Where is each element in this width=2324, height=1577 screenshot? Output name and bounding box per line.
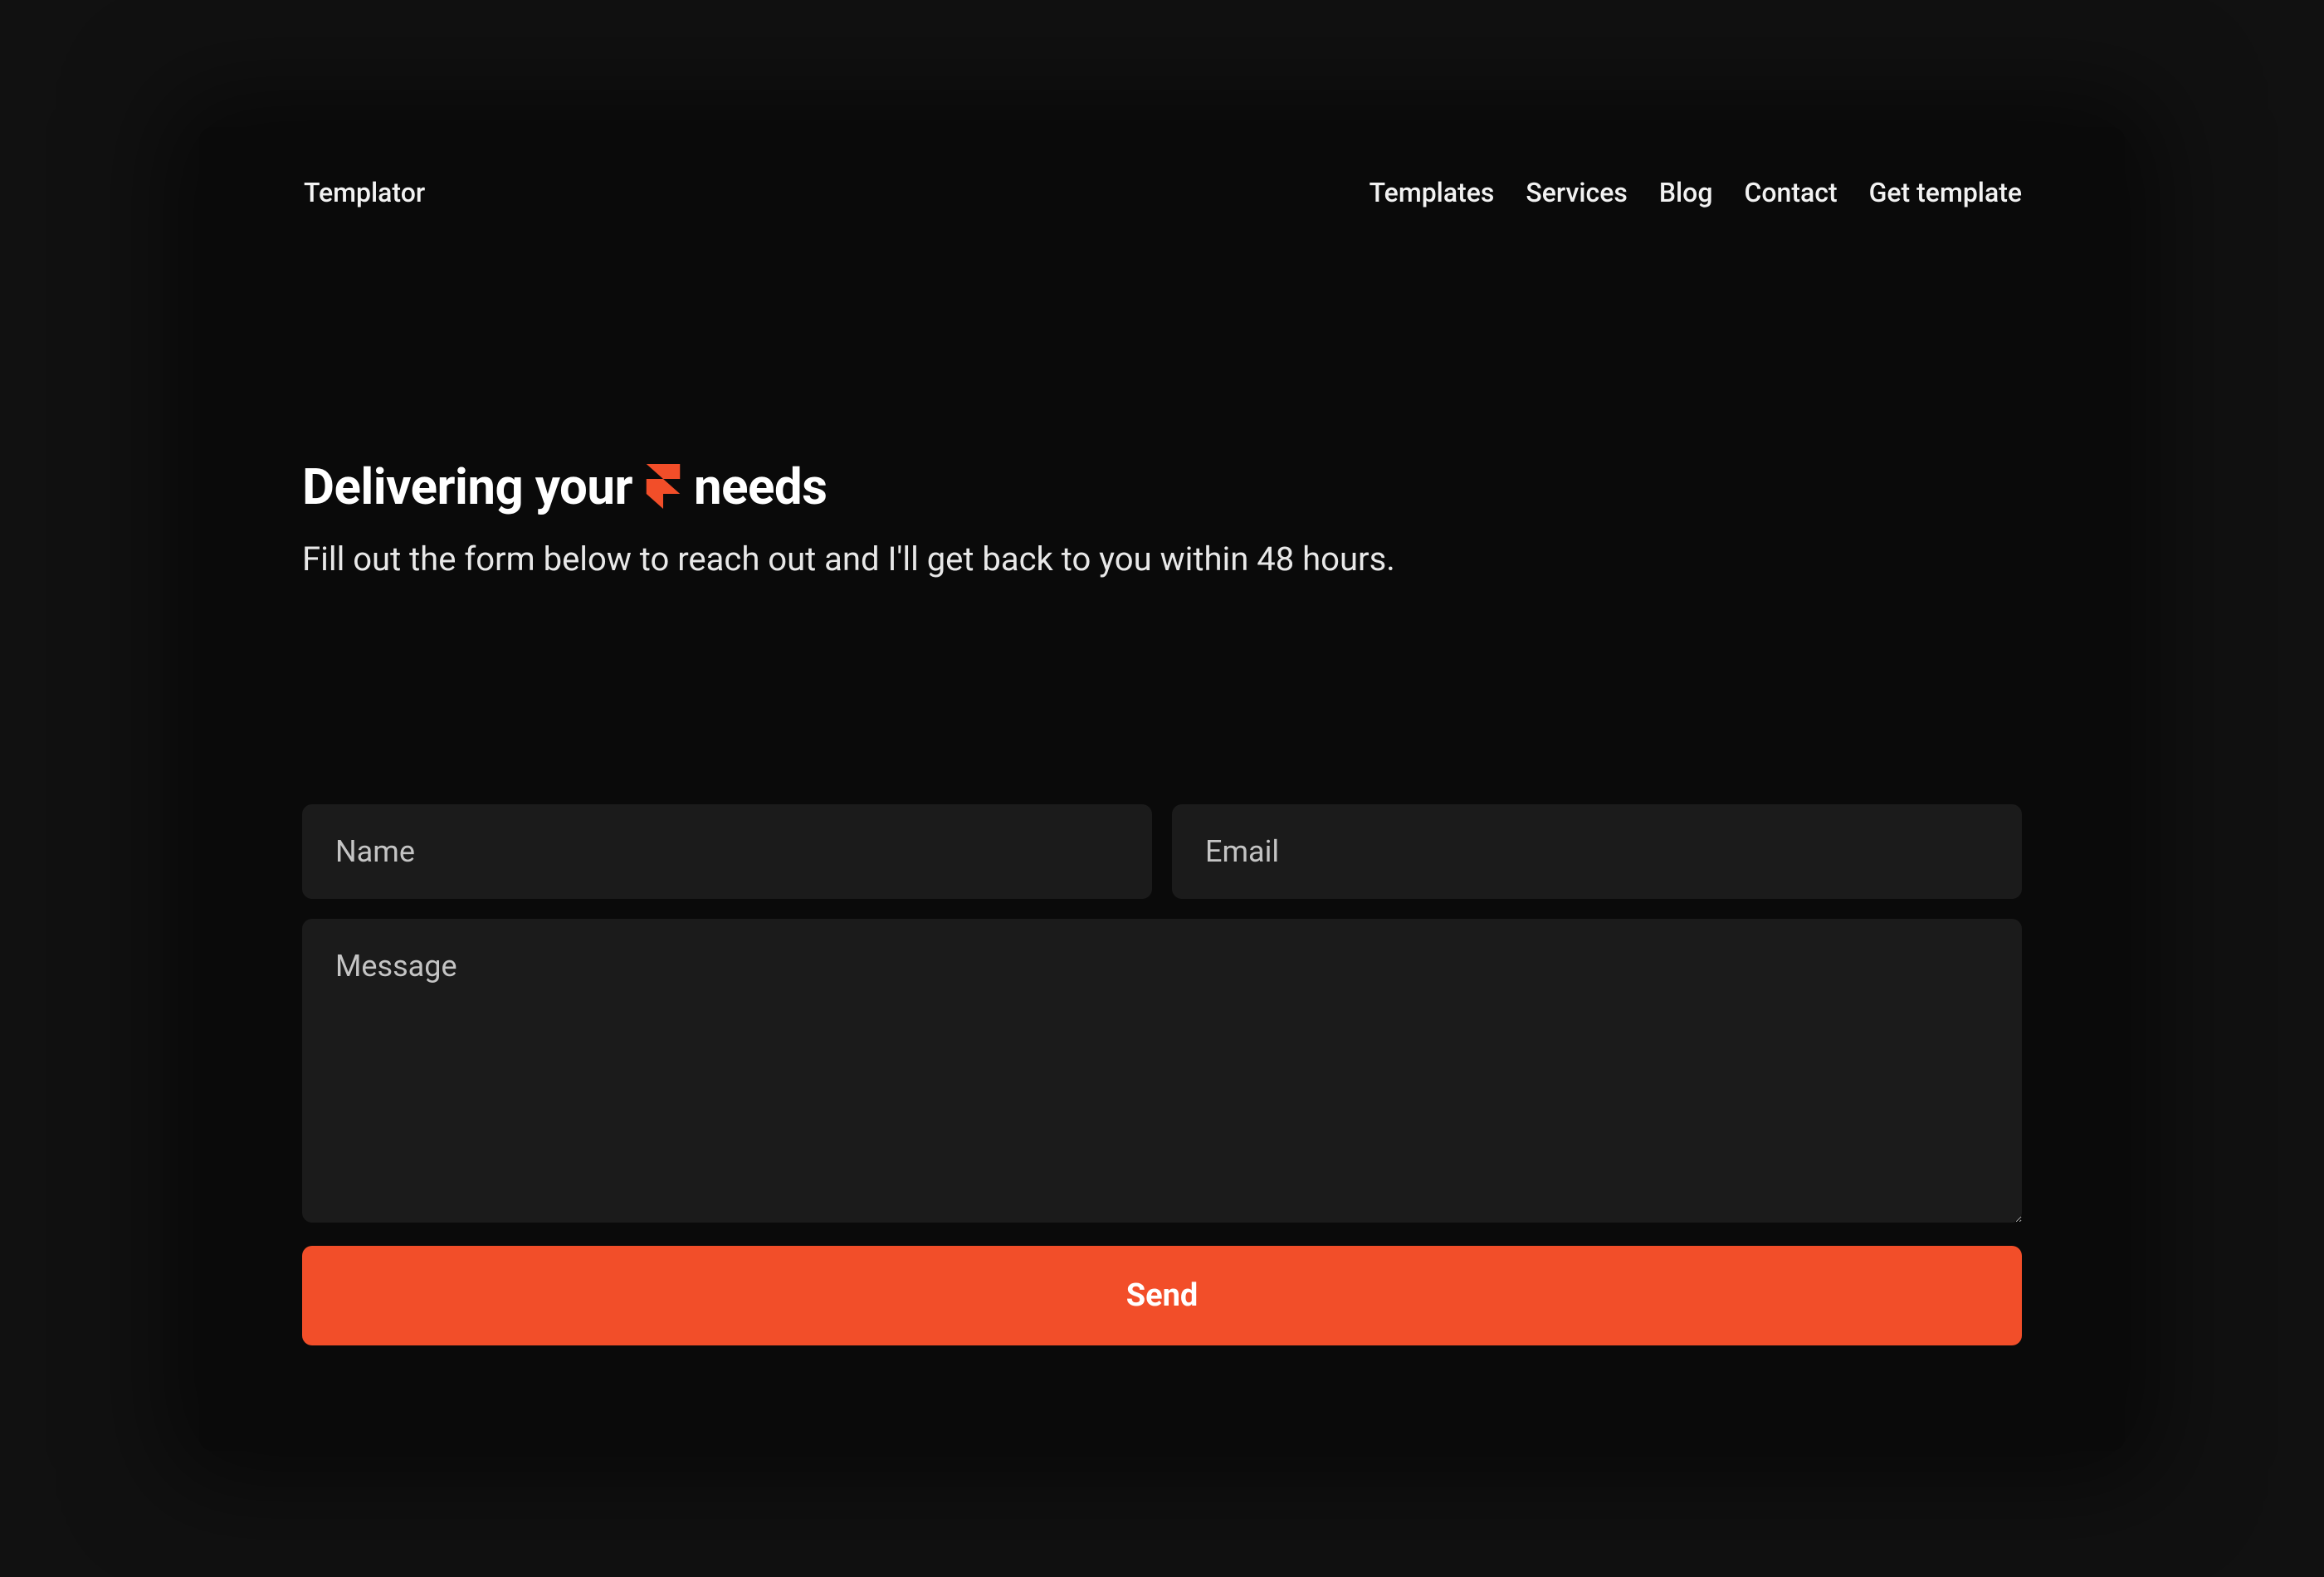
nav-get-template[interactable]: Get template — [1869, 177, 2022, 208]
page-background: Templator Templates Services Blog Contac… — [0, 0, 2324, 1577]
nav-services[interactable]: Services — [1526, 177, 1627, 208]
brand-logo[interactable]: Templator — [304, 177, 425, 208]
email-input[interactable] — [1172, 804, 2022, 899]
hero-section: Delivering your needs Fill out the form … — [302, 457, 2022, 579]
framer-icon — [646, 464, 681, 509]
main-nav: Templates Services Blog Contact Get temp… — [1370, 177, 2022, 208]
contact-form: Send — [302, 804, 2022, 1345]
nav-templates[interactable]: Templates — [1370, 177, 1495, 208]
hero-title: Delivering your needs — [302, 457, 2022, 516]
hero-title-post: needs — [694, 457, 828, 516]
nav-blog[interactable]: Blog — [1659, 177, 1713, 208]
page-card: Templator Templates Services Blog Contac… — [199, 127, 2125, 1451]
header: Templator Templates Services Blog Contac… — [302, 177, 2022, 208]
form-row-top — [302, 804, 2022, 899]
send-button[interactable]: Send — [302, 1246, 2022, 1345]
name-input[interactable] — [302, 804, 1152, 899]
hero-subtitle: Fill out the form below to reach out and… — [302, 540, 2022, 579]
hero-title-pre: Delivering your — [302, 457, 632, 516]
nav-contact[interactable]: Contact — [1744, 177, 1837, 208]
message-textarea[interactable] — [302, 919, 2022, 1223]
